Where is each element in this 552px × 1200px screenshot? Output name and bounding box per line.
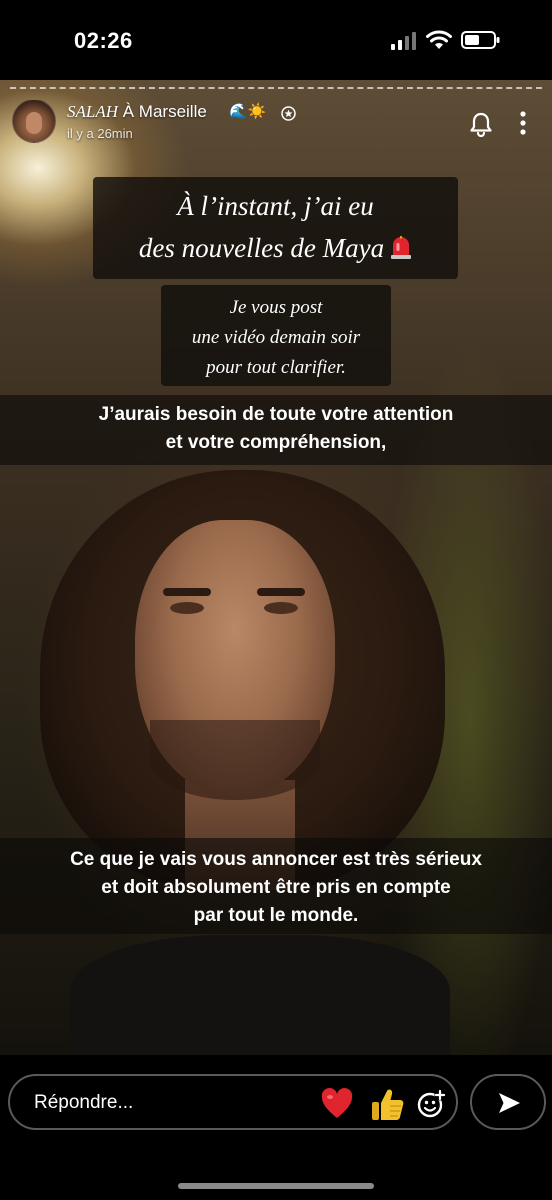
caption-band-bottom: Ce que je vais vous annoncer est très sé… (0, 838, 552, 934)
home-indicator[interactable] (178, 1183, 374, 1189)
reply-bar: Répondre... (0, 1055, 552, 1200)
more-icon[interactable] (517, 110, 529, 136)
photo-brow-right (257, 588, 305, 596)
status-bar: 02:26 (0, 0, 552, 80)
caption-line: Je vous post (229, 297, 323, 318)
send-button[interactable] (470, 1074, 546, 1130)
caption-line: des nouvelles de Maya (138, 233, 385, 263)
thumbs-up-icon[interactable] (370, 1086, 406, 1122)
story-media[interactable]: SALAH À Marseille 🌊☀️ il y a 26min À l’i… (0, 80, 552, 1055)
user-name[interactable]: SALAH (67, 102, 118, 121)
caption-line: une vidéo demain soir (191, 327, 361, 348)
caption-line-with-icon: des nouvelles de Maya (93, 233, 458, 264)
photo-shirt (70, 935, 450, 1055)
story-header-title[interactable]: SALAH À Marseille (67, 102, 207, 122)
caption-box-small: Je vous post une vidéo demain soir pour … (161, 285, 391, 386)
siren-icon (391, 235, 412, 259)
reply-placeholder: Répondre... (34, 1092, 134, 1113)
heart-icon[interactable] (320, 1088, 354, 1120)
photo-brow-left (163, 588, 211, 596)
reply-input[interactable]: Répondre... (8, 1074, 458, 1130)
avatar[interactable] (12, 99, 56, 143)
bell-icon[interactable] (469, 111, 493, 137)
location-label: À Marseille (122, 102, 207, 121)
star-badge-icon (281, 106, 296, 121)
caption-line: J’aurais besoin de toute votre attention (98, 404, 454, 425)
story-progress-bar (10, 87, 542, 89)
emoji-add-icon[interactable] (416, 1089, 446, 1119)
caption-line: par tout le monde. (193, 905, 359, 926)
photo-eye-right (264, 602, 298, 614)
photo-beard (150, 720, 320, 800)
story-timestamp: il y a 26min (67, 126, 133, 141)
status-time: 02:26 (74, 28, 133, 53)
photo-eye-left (170, 602, 204, 614)
avatar-face (26, 112, 42, 134)
send-icon (499, 1093, 520, 1113)
caption-line: pour tout clarifier. (206, 357, 346, 378)
caption-line: À l’instant, j’ai eu (177, 191, 374, 221)
caption-line: et doit absolument être pris en compte (101, 877, 451, 898)
header-emojis: 🌊☀️ (229, 103, 267, 120)
caption-line: et votre compréhension, (165, 432, 387, 453)
battery-icon (461, 31, 500, 49)
wifi-icon (426, 30, 452, 49)
caption-band-top: J’aurais besoin de toute votre attention… (0, 395, 552, 465)
caption-line: Ce que je vais vous annoncer est très sé… (70, 849, 482, 870)
signal-icon (391, 32, 416, 50)
caption-box-large: À l’instant, j’ai eu des nouvelles de Ma… (93, 177, 458, 279)
